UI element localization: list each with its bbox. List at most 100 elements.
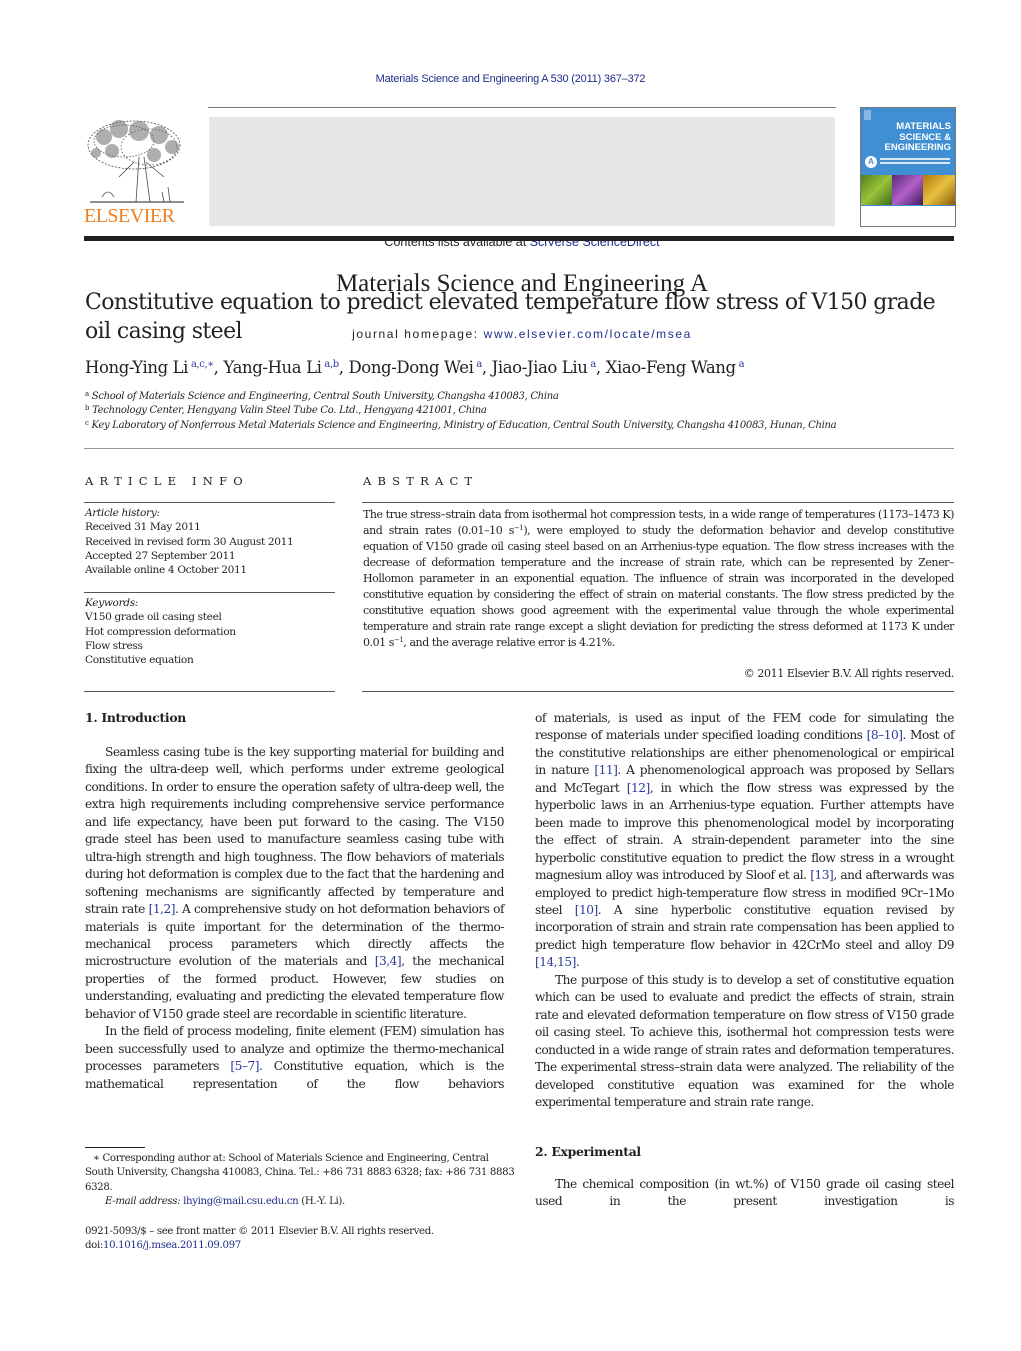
citation-link[interactable]: [11] (594, 763, 618, 777)
paragraph-continuation: of materials, is used as input of the FE… (535, 710, 955, 972)
article-title: Constitutive equation to predict elevate… (85, 290, 936, 344)
article-info-heading: ARTICLE INFO (85, 474, 249, 488)
front-matter: 0921-5093/$ – see front matter © 2011 El… (85, 1225, 515, 1254)
history-item: Received 31 May 2011 (85, 521, 201, 534)
keywords: Keywords: V150 grade oil casing steel Ho… (85, 596, 236, 667)
cover-title-line: MATERIALS (896, 121, 951, 132)
author-name: Dong-Dong Wei (348, 358, 474, 377)
body-column-left: Seamless casing tube is the key supporti… (85, 744, 505, 1093)
email-suffix: (H.-Y. Li). (298, 1195, 345, 1207)
affiliation-text: Technology Center, Hengyang Valin Steel … (92, 405, 487, 416)
keyword: Constitutive equation (85, 654, 194, 667)
keywords-heading: Keywords: (85, 597, 139, 609)
author-list: Hong-Ying Li a,c,∗, Yang-Hua Li a,b, Don… (85, 358, 745, 377)
email-link[interactable]: lhying@mail.csu.edu.cn (183, 1196, 299, 1207)
doi-link[interactable]: 10.1016/j.msea.2011.09.097 (103, 1240, 241, 1251)
superscript: −1 (393, 636, 404, 644)
article-info-rule (84, 502, 335, 503)
cover-subtitle (880, 158, 950, 160)
email-label: E-mail address: (105, 1195, 181, 1207)
citation-link[interactable]: [8–10] (867, 728, 903, 742)
author-separator: , (595, 358, 606, 377)
footnote-rule (85, 1147, 145, 1148)
article-info-bottom-rule (84, 691, 335, 692)
citation-link[interactable]: [14,15] (535, 955, 576, 969)
article-history-heading: Article history: (85, 507, 160, 519)
doi-prefix: doi: (85, 1240, 103, 1252)
keyword: Flow stress (85, 639, 143, 652)
header-thick-rule (84, 236, 954, 241)
affiliation: c Key Laboratory of Nonferrous Metal Mat… (85, 419, 837, 432)
paragraph: The purpose of this study is to develop … (535, 972, 955, 1109)
front-matter-text: 0921-5093/$ – see front matter © 2011 El… (85, 1226, 434, 1237)
citation-link[interactable]: [10] (575, 903, 599, 917)
author-name: Hong-Ying Li (85, 358, 189, 377)
affiliation: b Technology Center, Hengyang Valin Stee… (85, 404, 487, 417)
cover-footer (861, 206, 955, 226)
text-segment: , in which the flow stress was expressed… (535, 780, 955, 883)
corresponding-author-footnote: ∗ Corresponding author at: School of Mat… (85, 1152, 515, 1209)
citation-link[interactable]: [13] (810, 868, 834, 882)
journal-reference-link[interactable]: Materials Science and Engineering A 530 … (376, 73, 646, 85)
journal-reference[interactable]: Materials Science and Engineering A 530 … (0, 73, 1021, 85)
journal-cover-image[interactable]: MATERIALS SCIENCE & ENGINEERING A (860, 107, 956, 227)
keywords-rule (84, 592, 335, 593)
text-segment: Seamless casing tube is the key supporti… (85, 745, 505, 917)
author-name: Jiao-Jiao Liu (491, 358, 588, 377)
author[interactable]: Yang-Hua Li a,b (223, 358, 339, 377)
history-item: Available online 4 October 2011 (85, 564, 247, 577)
citation-link[interactable]: [3,4] (375, 954, 402, 968)
email-line: E-mail address: lhying@mail.csu.edu.cn (… (85, 1195, 515, 1209)
header-rule (208, 107, 836, 108)
citation-link[interactable]: [5–7] (230, 1059, 259, 1073)
cover-micrograph-purple (892, 175, 923, 205)
section-heading-introduction: 1. Introduction (85, 710, 186, 725)
paragraph: In the field of process modeling, finite… (85, 1023, 505, 1093)
cover-letter-badge: A (865, 156, 877, 168)
history-item: Received in revised form 30 August 2011 (85, 535, 294, 548)
text-segment: . (575, 955, 580, 970)
corresponding-author-text: ∗ Corresponding author at: School of Mat… (85, 1153, 515, 1193)
author[interactable]: Xiao-Feng Wang a (606, 358, 745, 377)
author-name: Xiao-Feng Wang (605, 358, 736, 377)
author[interactable]: Jiao-Jiao Liu a (491, 358, 597, 377)
section-heading-experimental: 2. Experimental (535, 1144, 641, 1159)
author-affiliation-marker[interactable]: a,b (324, 359, 339, 370)
affiliation-key: c (85, 419, 89, 427)
author-separator: , (213, 358, 224, 377)
affiliation-rule (84, 448, 954, 449)
cover-title-line: ENGINEERING (884, 142, 951, 153)
author-affiliation-marker[interactable]: a (739, 359, 745, 370)
article-history: Article history: Received 31 May 2011 Re… (85, 506, 294, 577)
experimental-text: The chemical composition (in wt.%) of V1… (535, 1176, 955, 1211)
citation-link[interactable]: [1,2] (149, 902, 176, 916)
citation-link[interactable]: [12] (627, 781, 651, 795)
abstract-heading: ABSTRACT (363, 474, 479, 488)
author-affiliation-marker[interactable]: a,c,∗ (191, 359, 214, 370)
affiliation-text: School of Materials Science and Engineer… (91, 391, 559, 402)
doi-line: doi:10.1016/j.msea.2011.09.097 (85, 1239, 515, 1253)
paragraph: The chemical composition (in wt.%) of V1… (535, 1177, 955, 1209)
cover-title: MATERIALS SCIENCE & ENGINEERING (884, 121, 951, 154)
cover-micrograph-green (861, 175, 892, 205)
cover-micrograph-orange (923, 175, 955, 205)
author[interactable]: Dong-Dong Wei a (348, 358, 482, 377)
keyword: Hot compression deformation (85, 625, 236, 638)
affiliation: a School of Materials Science and Engine… (85, 391, 559, 403)
elsevier-wordmark: ELSEVIER (84, 205, 175, 227)
author[interactable]: Hong-Ying Li a,c,∗ (85, 358, 214, 377)
abstract-segment: , and the average relative error is 4.21… (403, 636, 615, 649)
author-separator: , (481, 358, 492, 377)
abstract-text: The true stress–strain data from isother… (363, 507, 954, 651)
author-name: Yang-Hua Li (223, 358, 322, 377)
abstract-bottom-rule (362, 691, 954, 692)
affiliation-text: Key Laboratory of Nonferrous Metal Mater… (91, 420, 837, 431)
author-separator: , (338, 358, 349, 377)
history-item: Accepted 27 September 2011 (85, 549, 236, 562)
affiliation-key: b (85, 404, 90, 412)
superscript: −1 (513, 524, 524, 532)
text-segment: . A sine hyperbolic constitutive equatio… (535, 902, 955, 952)
tree-icon (87, 120, 184, 203)
paragraph: Seamless casing tube is the key supporti… (85, 744, 505, 1023)
abstract-copyright: © 2011 Elsevier B.V. All rights reserved… (743, 667, 955, 680)
